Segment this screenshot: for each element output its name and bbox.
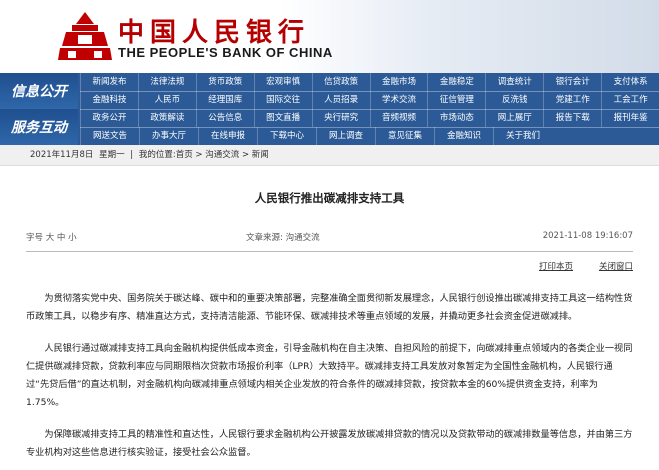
print-page-link[interactable]: 打印本页 (539, 260, 573, 272)
site-header: 中国人民银行 THE PEOPLE'S BANK OF CHINA (0, 0, 659, 73)
nav-item[interactable]: 报告下载 (543, 109, 601, 127)
nav-row-1: 新闻发布 法律法规 货币政策 宏观审慎 信贷政策 金融市场 金融稳定 调查统计 … (80, 73, 659, 91)
site-title-cn: 中国人民银行 (118, 18, 311, 48)
nav-item[interactable]: 音频视频 (369, 109, 428, 127)
nav-item[interactable]: 学术交流 (369, 91, 428, 109)
breadcrumb-weekday: 星期一 (99, 150, 125, 160)
pboc-logo-icon[interactable] (58, 10, 112, 64)
nav-item[interactable]: 网送文告 (80, 127, 139, 145)
nav-section-service-interaction[interactable]: 服务互动 (0, 109, 78, 145)
nav-item[interactable]: 信贷政策 (311, 73, 370, 91)
nav-item[interactable]: 工会工作 (601, 91, 659, 109)
font-size-options[interactable]: 大 中 小 (46, 233, 77, 243)
nav-item[interactable]: 网上调查 (316, 127, 375, 145)
article-datetime: 2021-11-08 19:16:07 (542, 231, 633, 241)
nav-item[interactable]: 央行研究 (311, 109, 370, 127)
nav-item[interactable]: 公告信息 (195, 109, 254, 127)
article-title: 人民银行推出碳减排支持工具 (254, 191, 405, 205)
nav-item[interactable]: 支付体系 (601, 73, 659, 91)
breadcrumb-date: 2021年11月8日 (30, 150, 94, 160)
article-tools: 打印本页 关闭窗口 (26, 260, 633, 276)
nav-item[interactable]: 调查统计 (485, 73, 543, 91)
header-background (279, 0, 659, 73)
nav-item[interactable]: 下载中心 (257, 127, 316, 145)
breadcrumb: 2021年11月8日 星期一 | 我的位置:首页 > 沟通交流 > 新闻 (0, 145, 659, 166)
nav-item[interactable]: 金融市场 (369, 73, 428, 91)
nav-item[interactable]: 人民币 (137, 91, 196, 109)
nav-item[interactable]: 反洗钱 (485, 91, 543, 109)
nav-item[interactable]: 金融知识 (434, 127, 493, 145)
meta-divider (26, 251, 633, 252)
close-window-link[interactable]: 关闭窗口 (599, 260, 633, 272)
nav-item[interactable]: 银行会计 (543, 73, 601, 91)
nav-item[interactable]: 征信管理 (427, 91, 485, 109)
nav-row-4: 网送文告 办事大厅 在线申报 下载中心 网上调查 意见征集 金融知识 关于我们 (80, 127, 659, 145)
article-source: 文章来源: 沟通交流 (246, 233, 320, 243)
nav-item[interactable]: 在线申报 (198, 127, 257, 145)
nav-item[interactable]: 市场动态 (427, 109, 485, 127)
font-size-label: 字号 (26, 233, 44, 243)
nav-row-2: 金融科技 人民币 经理国库 国际交往 人员招录 学术交流 征信管理 反洗钱 党建… (80, 91, 659, 109)
article-paragraph-1: 为贯彻落实党中央、国务院关于碳达峰、碳中和的重要决策部署，完整准确全面贯彻新发展… (26, 293, 633, 322)
nav-item[interactable]: 办事大厅 (139, 127, 198, 145)
site-title-en: THE PEOPLE'S BANK OF CHINA (118, 45, 333, 60)
article-paragraph-3: 为保障碳减排支持工具的精准性和直达性，人民银行要求金融机构公开披露发放碳减排贷款… (26, 429, 633, 458)
nav-item[interactable]: 法律法规 (137, 73, 196, 91)
breadcrumb-location[interactable]: 我的位置:首页 > 沟通交流 > 新闻 (139, 150, 269, 160)
nav-item[interactable]: 网上展厅 (485, 109, 543, 127)
nav-item[interactable]: 意见征集 (375, 127, 434, 145)
nav-item[interactable]: 人员招录 (311, 91, 370, 109)
nav-item[interactable]: 政务公开 (80, 109, 138, 127)
nav-item[interactable]: 新闻发布 (80, 73, 138, 91)
nav-item[interactable]: 货币政策 (195, 73, 254, 91)
nav-section-info-disclosure[interactable]: 信息公开 (0, 73, 78, 109)
nav-item[interactable]: 党建工作 (543, 91, 601, 109)
font-size-control: 字号 大 中 小 (26, 231, 77, 243)
nav-item[interactable]: 关于我们 (493, 127, 552, 145)
nav-item[interactable]: 金融稳定 (427, 73, 485, 91)
nav-item[interactable]: 经理国库 (195, 91, 254, 109)
breadcrumb-separator: | (130, 150, 134, 160)
nav-row-3: 政务公开 政策解读 公告信息 图文直播 央行研究 音频视频 市场动态 网上展厅 … (80, 109, 659, 127)
nav-item[interactable]: 政策解读 (137, 109, 196, 127)
nav-item[interactable]: 宏观审慎 (253, 73, 312, 91)
nav-item[interactable]: 报刊年鉴 (601, 109, 659, 127)
nav-item[interactable]: 金融科技 (80, 91, 138, 109)
nav-item[interactable]: 图文直播 (253, 109, 312, 127)
article-paragraph-2: 人民银行通过碳减排支持工具向金融机构提供低成本资金，引导金融机构在自主决策、自担… (26, 343, 633, 408)
article-meta: 字号 大 中 小 文章来源: 沟通交流 2021-11-08 19:16:07 (26, 231, 633, 247)
article-container: 人民银行推出碳减排支持工具 字号 大 中 小 文章来源: 沟通交流 2021-1… (0, 190, 659, 462)
nav-item[interactable]: 国际交往 (253, 91, 312, 109)
main-navigation: 信息公开 服务互动 新闻发布 法律法规 货币政策 宏观审慎 信贷政策 金融市场 … (0, 73, 659, 145)
